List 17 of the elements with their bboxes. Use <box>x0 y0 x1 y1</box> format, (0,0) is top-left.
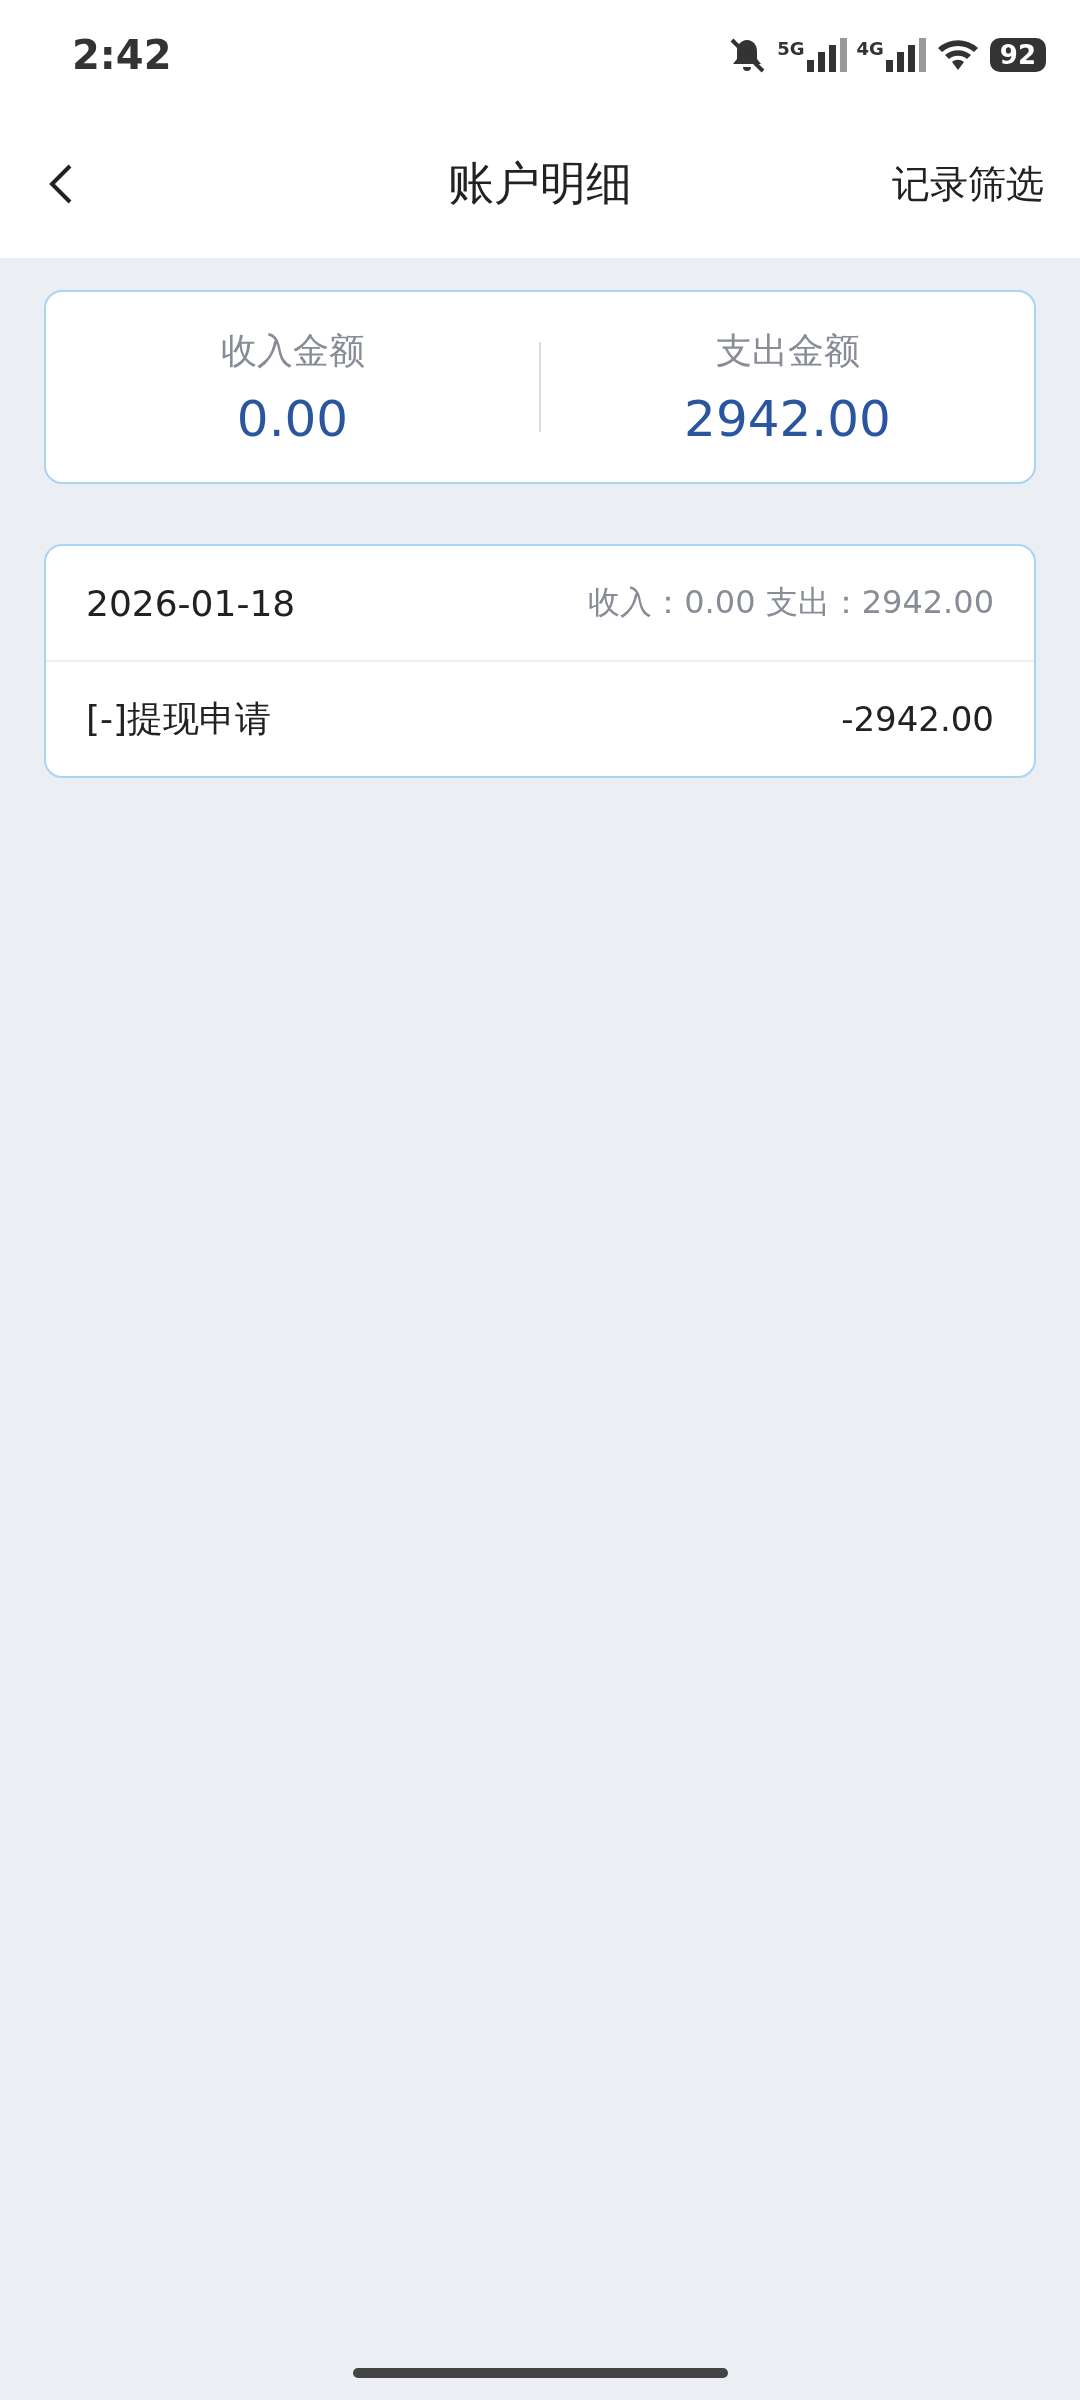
battery-level: 92 <box>989 38 1046 72</box>
summary-amount: 2942.00 <box>684 389 891 448</box>
summary-label: 支出金额 <box>715 328 860 373</box>
network-label: 4G <box>856 38 884 59</box>
signal-icon <box>806 38 847 72</box>
day-date: 2026-01-18 <box>86 582 296 624</box>
signal-icon <box>885 38 926 72</box>
record-amount: -2942.00 <box>841 699 994 739</box>
summary-label: 收入金额 <box>220 328 365 373</box>
status-time: 2:42 <box>72 32 172 78</box>
filter-link[interactable]: 记录筛选 <box>892 158 1044 210</box>
page-title: 账户明细 <box>448 155 632 212</box>
day-totals: 收入：0.00 支出：2942.00 <box>588 582 994 623</box>
summary-amount: 0.00 <box>236 389 349 448</box>
back-icon[interactable] <box>48 162 74 206</box>
record-title: [-]提现申请 <box>86 696 272 741</box>
network-label: 5G <box>777 38 805 59</box>
